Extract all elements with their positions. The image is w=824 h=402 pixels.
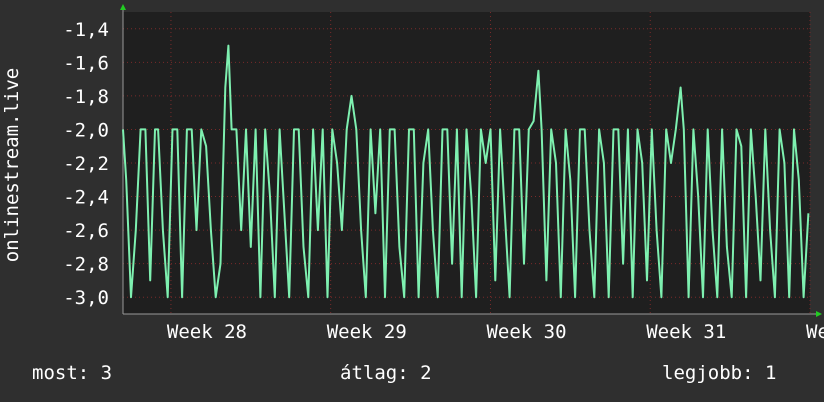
x-tick-label: Week 3 <box>806 321 824 343</box>
current-stat: most: 3 <box>32 362 113 384</box>
line-chart: -1,4 -1,6 -1,8 -2,0 -2,2 -2,4 -2,6 -2,8 -3,0 Week… <box>1 4 824 343</box>
x-tick-label: Week 31 <box>646 321 726 343</box>
y-tick-label: -2,0 <box>63 119 109 141</box>
average-stat: átlag: 2 <box>340 362 432 384</box>
y-tick-label: -2,4 <box>63 187 109 209</box>
x-axis-arrow <box>816 311 822 317</box>
y-tick-label: -2,8 <box>63 254 109 276</box>
y-tick-label: -2,6 <box>63 220 109 242</box>
y-axis-arrow <box>120 4 126 10</box>
chart-container: -1,4 -1,6 -1,8 -2,0 -2,2 -2,4 -2,6 -2,8 -3,0 Week… <box>0 0 824 402</box>
y-tick-label: -1,4 <box>63 19 109 41</box>
y-tick-label: -3,0 <box>63 287 109 309</box>
y-tick-label: -1,6 <box>63 52 109 74</box>
x-tick-label: Week 28 <box>167 321 247 343</box>
y-tick-label: -1,8 <box>63 86 109 108</box>
y-tick-label: -2,2 <box>63 153 109 175</box>
y-axis-label: onlinestream.live <box>1 68 23 262</box>
best-stat: legjobb: 1 <box>662 362 777 384</box>
x-tick-label: Week 29 <box>327 321 407 343</box>
x-tick-label: Week 30 <box>486 321 566 343</box>
